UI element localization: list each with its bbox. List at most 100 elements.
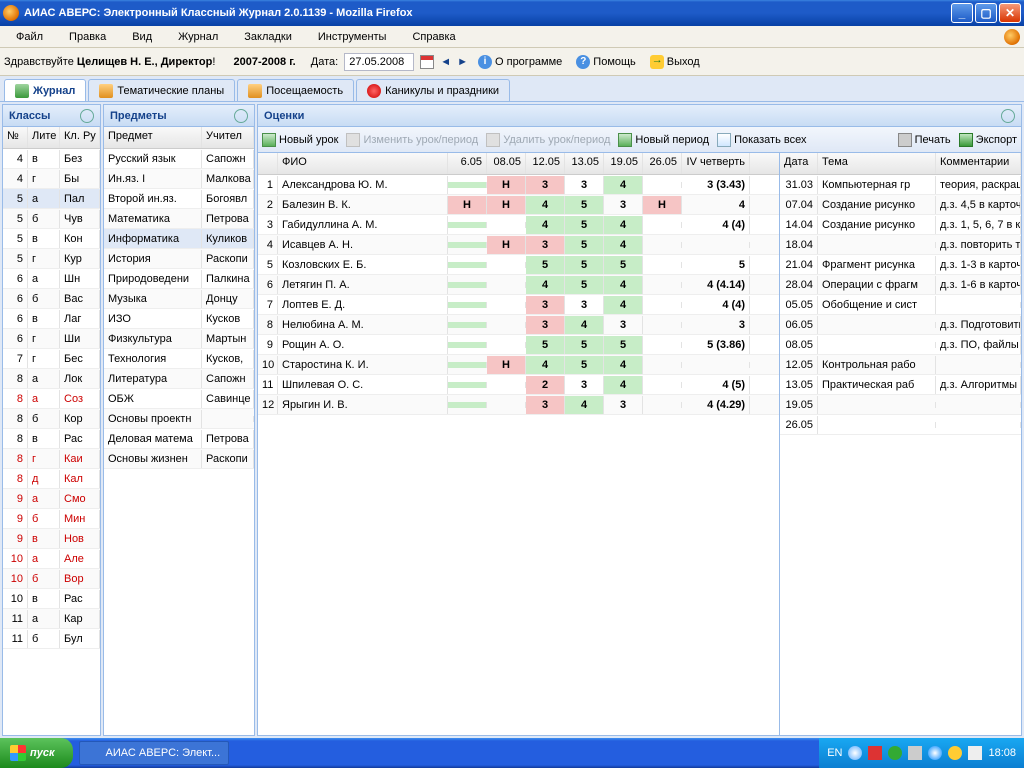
table-row[interactable]: 11Шпилевая О. С.2344 (5) [258,375,779,395]
table-row[interactable]: 21.04Фрагмент рисункад.з. 1-3 в карточк [780,255,1021,275]
table-row[interactable]: 06.05д.з. Подготовить [780,315,1021,335]
lang-indicator[interactable]: EN [827,747,842,759]
refresh-icon[interactable] [80,109,94,123]
table-row[interactable]: 8аЛок [3,369,100,389]
table-row[interactable]: 8аСоз [3,389,100,409]
table-row[interactable]: ИЗОКусков [104,309,254,329]
table-row[interactable]: 12.05Контрольная рабо [780,355,1021,375]
table-row[interactable]: 1Александрова Ю. М.Н3343 (3.43) [258,175,779,195]
table-row[interactable]: ИсторияРаскопи [104,249,254,269]
table-row[interactable]: 11аКар [3,609,100,629]
task-item[interactable]: АИАС АВЕРС: Элект... [79,741,230,765]
delete-lesson-button[interactable]: Удалить урок/период [486,133,610,147]
table-row[interactable]: 19.05 [780,395,1021,415]
tray-icon[interactable] [868,746,882,760]
menu-view[interactable]: Вид [120,29,164,45]
help-button[interactable]: ? Помощь [572,53,640,71]
menu-edit[interactable]: Правка [57,29,118,45]
table-row[interactable]: 6гШи [3,329,100,349]
table-row[interactable]: 10бВор [3,569,100,589]
refresh-icon[interactable] [234,109,248,123]
table-row[interactable]: 11бБул [3,629,100,649]
calendar-prev-icon[interactable]: ◄ [440,56,451,68]
table-row[interactable]: Второй ин.яз.Богоявл [104,189,254,209]
table-row[interactable]: Основы проектн [104,409,254,429]
table-row[interactable]: Русский языкСапожн [104,149,254,169]
table-row[interactable]: Основы жизненРаскопи [104,449,254,469]
table-row[interactable]: ОБЖСавинце [104,389,254,409]
new-period-button[interactable]: Новый период [618,133,709,147]
menu-help[interactable]: Справка [400,29,467,45]
about-button[interactable]: i О программе [474,53,566,71]
print-button[interactable]: Печать [898,133,951,147]
table-row[interactable]: 6Летягин П. А.4544 (4.14) [258,275,779,295]
edit-lesson-button[interactable]: Изменить урок/период [346,133,478,147]
table-row[interactable]: Ин.яз. IМалкова [104,169,254,189]
table-row[interactable]: 10вРас [3,589,100,609]
table-row[interactable]: 12Ярыгин И. В.3434 (4.29) [258,395,779,415]
table-row[interactable]: 9вНов [3,529,100,549]
tab-holidays[interactable]: Каникулы и праздники [356,79,510,101]
tab-attendance[interactable]: Посещаемость [237,79,354,101]
calendar-icon[interactable] [420,55,434,69]
date-input[interactable] [344,53,414,71]
table-row[interactable]: 5вКон [3,229,100,249]
table-row[interactable]: 5аПал [3,189,100,209]
table-row[interactable]: 26.05 [780,415,1021,435]
menu-journal[interactable]: Журнал [166,29,230,45]
table-row[interactable]: 8гКаи [3,449,100,469]
table-row[interactable]: 4гБы [3,169,100,189]
tab-plans[interactable]: Тематические планы [88,79,235,101]
table-row[interactable]: 10аАле [3,549,100,569]
table-row[interactable]: 2Балезин В. К.НН453Н4 [258,195,779,215]
table-row[interactable]: 8Нелюбина А. М.3433 [258,315,779,335]
table-row[interactable]: 08.05д.з. ПО, файлы [780,335,1021,355]
table-row[interactable]: 5бЧув [3,209,100,229]
new-lesson-button[interactable]: Новый урок [262,133,338,147]
table-row[interactable]: 8вРас [3,429,100,449]
table-row[interactable]: 31.03Компьютерная гртеория, раскраши [780,175,1021,195]
calendar-next-icon[interactable]: ► [457,56,468,68]
table-row[interactable]: 8бКор [3,409,100,429]
table-row[interactable]: 28.04Операции с фрагмд.з. 1-6 в карточк [780,275,1021,295]
close-button[interactable]: ✕ [999,3,1021,23]
table-row[interactable]: МузыкаДонцу [104,289,254,309]
table-row[interactable]: 07.04Создание рисункод.з. 4,5 в карточк [780,195,1021,215]
tray-icon[interactable] [848,746,862,760]
tray-icon[interactable] [928,746,942,760]
table-row[interactable]: 18.04д.з. повторить те [780,235,1021,255]
menu-tools[interactable]: Инструменты [306,29,399,45]
table-row[interactable]: 3Габидуллина А. М.4544 (4) [258,215,779,235]
table-row[interactable]: 10Старостина К. И.Н454 [258,355,779,375]
table-row[interactable]: 14.04Создание рисункод.з. 1, 5, 6, 7 в к… [780,215,1021,235]
table-row[interactable]: ИнформатикаКуликов [104,229,254,249]
table-row[interactable]: 6бВас [3,289,100,309]
show-all-button[interactable]: Показать всех [717,133,806,147]
exit-button[interactable]: Выход [646,53,704,71]
table-row[interactable]: ЛитератураСапожн [104,369,254,389]
table-row[interactable]: 8дКал [3,469,100,489]
clock[interactable]: 18:08 [988,747,1016,759]
tray-icon[interactable] [948,746,962,760]
table-row[interactable]: 13.05Практическая рабд.з. Алгоритмы оп [780,375,1021,395]
table-row[interactable]: 5гКур [3,249,100,269]
tray-icon[interactable] [968,746,982,760]
table-row[interactable]: 4Исавцев А. Н.Н354 [258,235,779,255]
table-row[interactable]: 05.05Обобщение и сист [780,295,1021,315]
tab-journal[interactable]: Журнал [4,79,86,101]
menu-bookmarks[interactable]: Закладки [232,29,304,45]
start-button[interactable]: пуск [0,738,73,768]
table-row[interactable]: ТехнологияКусков, [104,349,254,369]
export-button[interactable]: Экспорт [959,133,1017,147]
subjects-grid[interactable]: Русский языкСапожнИн.яз. IМалковаВторой … [104,149,254,735]
table-row[interactable]: 7гБес [3,349,100,369]
table-row[interactable]: ПриродоведениПалкина [104,269,254,289]
maximize-button[interactable]: ▢ [975,3,997,23]
refresh-icon[interactable] [1001,109,1015,123]
tray-icon[interactable] [908,746,922,760]
table-row[interactable]: 9аСмо [3,489,100,509]
table-row[interactable]: 7Лоптев Е. Д.3344 (4) [258,295,779,315]
table-row[interactable]: 4вБез [3,149,100,169]
menu-file[interactable]: Файл [4,29,55,45]
table-row[interactable]: 5Козловских Е. Б.5555 [258,255,779,275]
